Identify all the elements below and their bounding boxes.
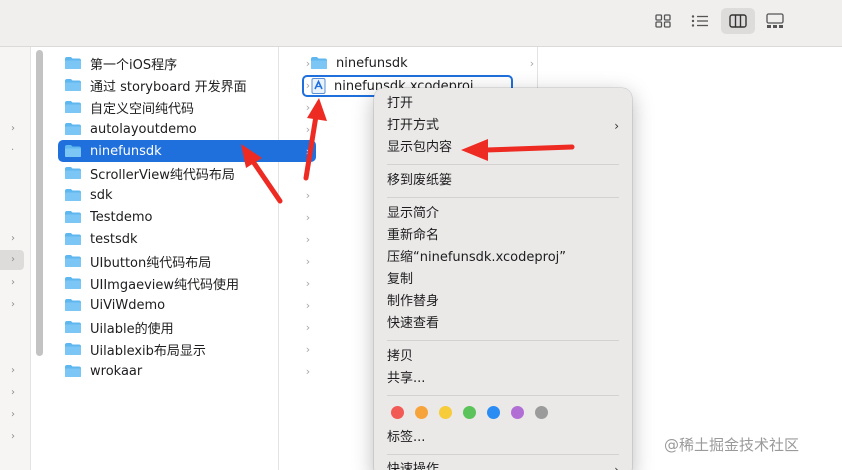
arrow-to-show-package-contents xyxy=(461,139,575,161)
arrow-to-xcodeproj xyxy=(303,98,327,181)
arrow-to-ninefunsdk-folder xyxy=(241,144,283,204)
annotation-arrows xyxy=(241,98,575,204)
watermark: @稀土掘金技术社区 xyxy=(664,436,800,454)
